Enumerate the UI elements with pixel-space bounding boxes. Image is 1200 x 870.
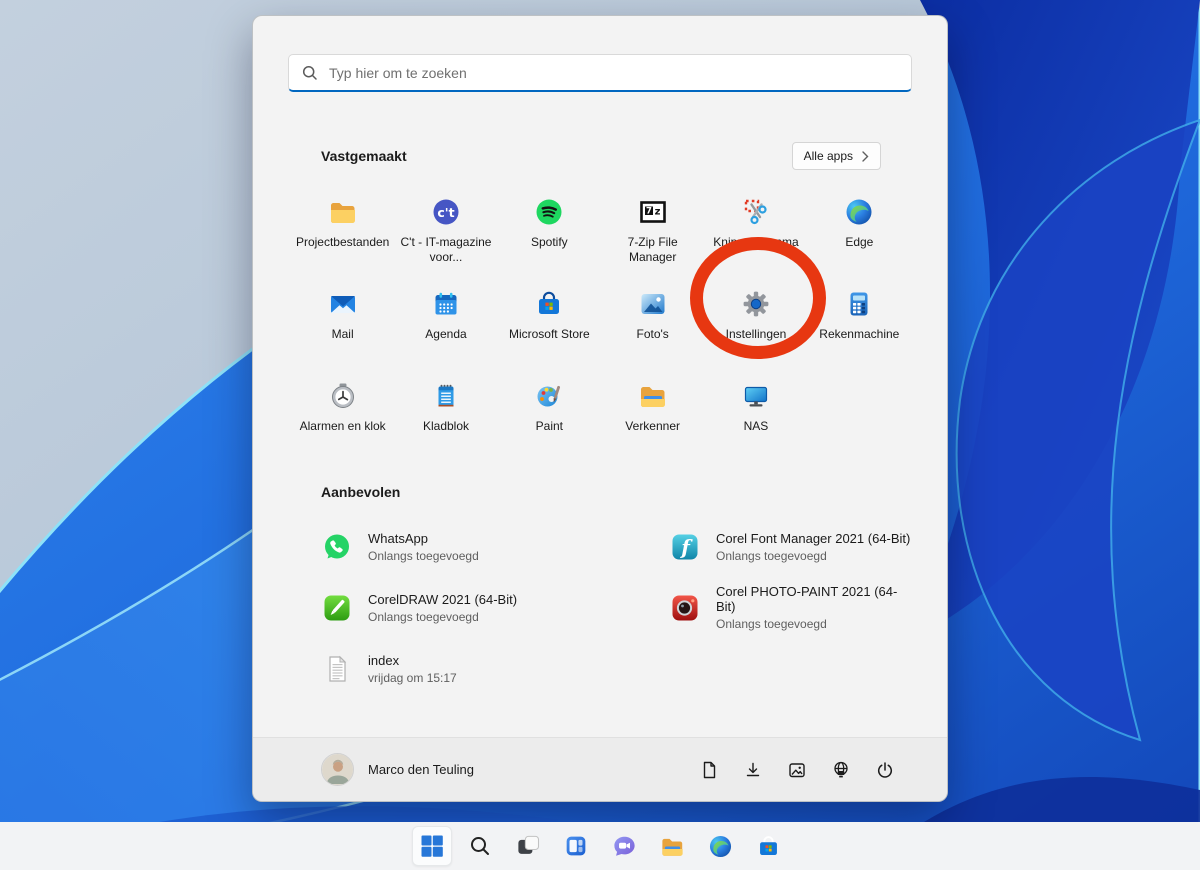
recommended-item-title: WhatsApp: [368, 530, 428, 546]
recommended-item-subtitle: vrijdag om 15:17: [368, 670, 457, 685]
mail-icon: [327, 288, 359, 320]
calculator-icon: [843, 288, 875, 320]
documents-button[interactable]: [695, 756, 723, 784]
snipping-tool-icon: [740, 196, 772, 228]
coreldraw-icon: [321, 592, 353, 624]
recommended-item-title: CorelDRAW 2021 (64-Bit): [368, 591, 518, 607]
recommended-item-corel-font-manager[interactable]: f Corel Font Manager 2021 (64-Bit) Onlan…: [639, 516, 911, 577]
task-view-icon: [518, 835, 540, 854]
recommended-section-title: Aanbevolen: [321, 484, 401, 500]
search-placeholder: Typ hier om te zoeken: [329, 64, 467, 81]
recommended-item-subtitle: Onlangs toegevoegd: [716, 548, 827, 563]
app-tile-agenda[interactable]: Agenda: [394, 278, 497, 370]
svg-text:c't: c't: [437, 205, 454, 220]
search-icon: [302, 65, 318, 81]
recommended-item-coreldraw[interactable]: CorelDRAW 2021 (64-Bit) Onlangs toegevoe…: [291, 577, 639, 638]
settings-gear-icon: [740, 288, 772, 320]
user-name: Marco den Teuling: [368, 762, 474, 777]
app-tile-rekenmachine[interactable]: Rekenmachine: [808, 278, 911, 370]
notepad-icon: [430, 380, 462, 412]
app-tile-alarmen-en-klok[interactable]: Alarmen en klok: [291, 370, 394, 462]
recommended-list: WhatsApp Onlangs toegevoegd f Corel Font…: [291, 516, 911, 699]
corel-font-manager-icon: f: [669, 531, 701, 563]
edge-button[interactable]: [700, 826, 740, 866]
recommended-item-title: index: [368, 652, 400, 668]
edge-icon: [843, 196, 875, 228]
svg-text:7: 7: [646, 207, 652, 217]
footer-quick-icons: [695, 756, 899, 784]
recommended-item-subtitle: Onlangs toegevoegd: [368, 548, 479, 563]
taskbar: [0, 822, 1200, 870]
recommended-item-title: Corel Font Manager 2021 (64-Bit): [716, 530, 911, 546]
whatsapp-icon: [321, 531, 353, 563]
start-menu-panel: Typ hier om te zoeken Vastgemaakt Alle a…: [252, 15, 948, 802]
app-tile-mail[interactable]: Mail: [291, 278, 394, 370]
app-tile-7zip[interactable]: 7z 7-Zip File Manager: [601, 186, 704, 278]
recommended-item-index[interactable]: index vrijdag om 15:17: [291, 638, 639, 699]
app-tile-nas[interactable]: NAS: [704, 370, 807, 462]
paint-palette-icon: [533, 380, 565, 412]
pinned-section-title: Vastgemaakt: [321, 148, 407, 164]
edge-icon: [709, 835, 731, 857]
photos-icon: [637, 288, 669, 320]
downloads-button[interactable]: [739, 756, 767, 784]
avatar: [321, 753, 354, 786]
recommended-item-subtitle: Onlangs toegevoegd: [716, 617, 827, 631]
app-tile-instellingen[interactable]: Instellingen: [704, 278, 807, 370]
7zip-icon: 7z: [637, 196, 669, 228]
chat-icon: [613, 836, 635, 856]
recommended-item-title: Corel PHOTO-PAINT 2021 (64-Bit): [716, 584, 898, 614]
network-button[interactable]: [827, 756, 855, 784]
recommended-item-subtitle: Onlangs toegevoegd: [368, 609, 479, 624]
store-icon: [759, 835, 777, 855]
user-profile-button[interactable]: Marco den Teuling: [321, 753, 474, 786]
all-apps-button[interactable]: Alle apps: [791, 142, 881, 170]
pictures-button[interactable]: [783, 756, 811, 784]
widgets-button[interactable]: [556, 826, 596, 866]
pinned-app-grid: Projectbestanden c't C't - IT-magazine v…: [291, 186, 911, 462]
app-tile-spotify[interactable]: Spotify: [498, 186, 601, 278]
document-icon: [321, 653, 353, 685]
store-icon: [533, 288, 565, 320]
svg-text:z: z: [654, 207, 660, 218]
app-tile-fotos[interactable]: Foto's: [601, 278, 704, 370]
task-view-button[interactable]: [508, 826, 548, 866]
app-tile-knipprogramma[interactable]: Knipprogramma: [704, 186, 807, 278]
store-button[interactable]: [748, 826, 788, 866]
app-tile-kladblok[interactable]: Kladblok: [394, 370, 497, 462]
recommended-item-whatsapp[interactable]: WhatsApp Onlangs toegevoegd: [291, 516, 639, 577]
taskbar-search-button[interactable]: [460, 826, 500, 866]
start-button[interactable]: [412, 826, 452, 866]
corel-photo-paint-icon: [669, 592, 701, 624]
desktop: Typ hier om te zoeken Vastgemaakt Alle a…: [0, 0, 1200, 870]
app-tile-paint[interactable]: Paint: [498, 370, 601, 462]
alarm-clock-icon: [327, 380, 359, 412]
chevron-right-icon: [862, 150, 869, 162]
ct-magazine-icon: c't: [430, 196, 462, 228]
windows-logo-icon: [421, 835, 443, 857]
app-tile-ct-magazine[interactable]: c't C't - IT-magazine voor...: [394, 186, 497, 278]
spotify-icon: [533, 196, 565, 228]
search-icon: [471, 837, 489, 855]
file-explorer-icon: [661, 838, 683, 856]
file-explorer-button[interactable]: [652, 826, 692, 866]
app-tile-projectbestanden[interactable]: Projectbestanden: [291, 186, 394, 278]
power-button[interactable]: [871, 756, 899, 784]
recommended-item-corel-photo-paint[interactable]: Corel PHOTO-PAINT 2021 (64-Bit) Onlangs …: [639, 577, 911, 638]
app-tile-microsoft-store[interactable]: Microsoft Store: [498, 278, 601, 370]
explorer-folder-icon: [637, 380, 669, 412]
app-tile-verkenner[interactable]: Verkenner: [601, 370, 704, 462]
app-tile-edge[interactable]: Edge: [808, 186, 911, 278]
monitor-icon: [740, 380, 772, 412]
chat-button[interactable]: [604, 826, 644, 866]
calendar-icon: [430, 288, 462, 320]
folder-icon: [327, 196, 359, 228]
search-input[interactable]: Typ hier om te zoeken: [288, 54, 912, 92]
start-menu-footer: Marco den Teuling: [253, 737, 947, 801]
widgets-icon: [566, 836, 586, 856]
